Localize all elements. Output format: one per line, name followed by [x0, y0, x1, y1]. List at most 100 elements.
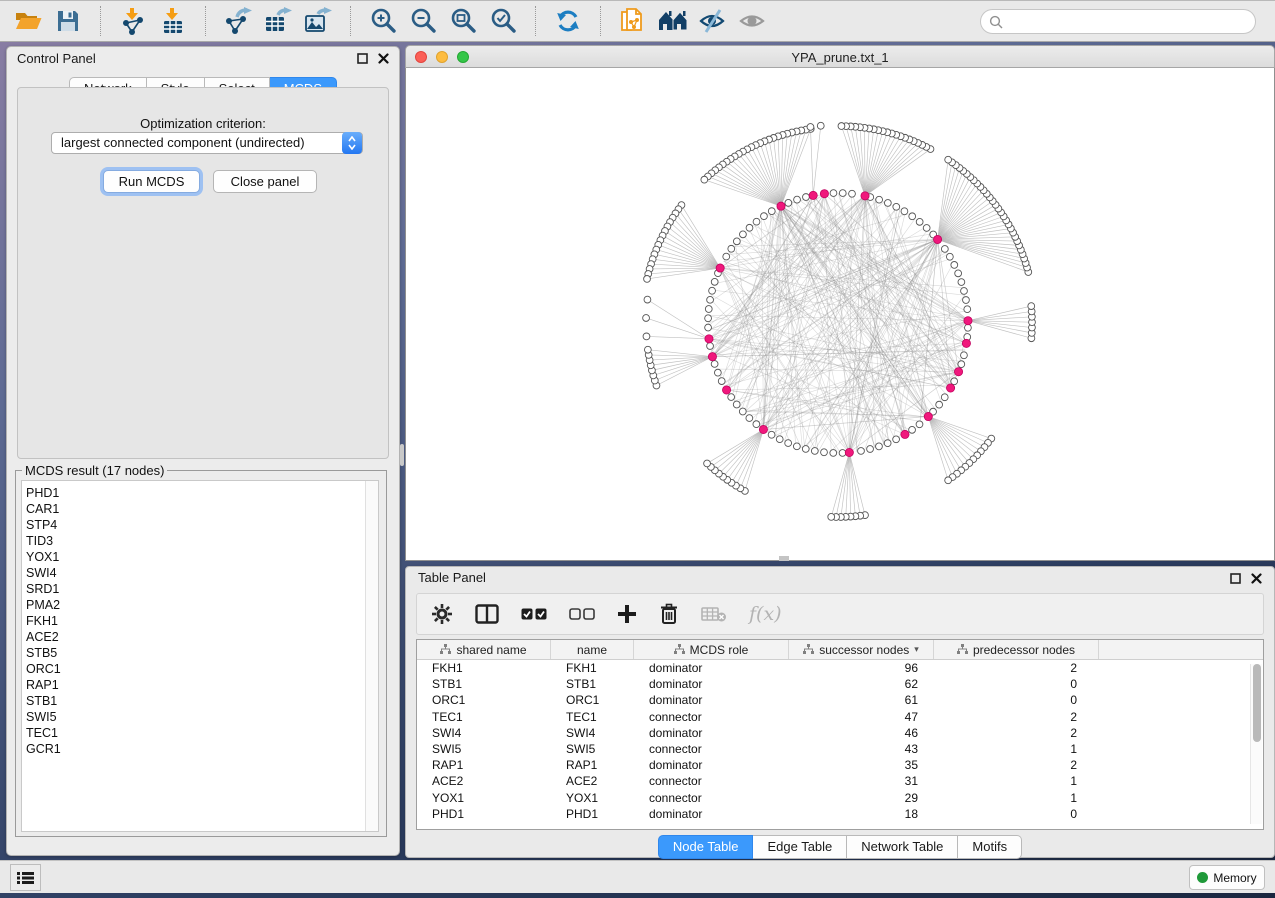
column-header-shared-name[interactable]: shared name — [417, 640, 551, 659]
column-header-name[interactable]: name — [551, 640, 634, 659]
graph-hub-node[interactable] — [809, 191, 817, 199]
graph-node[interactable] — [946, 253, 953, 260]
table-row[interactable]: SWI5SWI5connector431 — [417, 741, 1263, 757]
add-column-icon[interactable] — [617, 604, 637, 624]
table-scrollbar-thumb[interactable] — [1253, 664, 1261, 742]
table-row[interactable]: ACE2ACE2connector311 — [417, 773, 1263, 789]
tab-edge-table[interactable]: Edge Table — [753, 835, 847, 859]
graph-node[interactable] — [718, 378, 725, 385]
zoom-selected-button[interactable] — [483, 4, 523, 38]
graph-node[interactable] — [739, 408, 746, 415]
graph-hub-node[interactable] — [845, 448, 853, 456]
graph-node[interactable] — [876, 443, 883, 450]
graph-node[interactable] — [794, 196, 801, 203]
hide-selected-button[interactable] — [693, 4, 733, 38]
graph-node[interactable] — [817, 122, 824, 129]
mcds-result-item[interactable]: STB5 — [22, 645, 378, 661]
graph-node[interactable] — [941, 394, 948, 401]
graph-node[interactable] — [705, 306, 712, 313]
table-row[interactable]: SWI4SWI4dominator462 — [417, 725, 1263, 741]
graph-node[interactable] — [936, 401, 943, 408]
graph-node[interactable] — [723, 253, 730, 260]
graph-node[interactable] — [802, 446, 809, 453]
graph-node[interactable] — [838, 123, 845, 130]
graph-hub-node[interactable] — [901, 430, 909, 438]
show-all-button[interactable] — [733, 4, 773, 38]
graph-node[interactable] — [951, 262, 958, 269]
export-table-button[interactable] — [258, 4, 298, 38]
graph-node[interactable] — [916, 421, 923, 428]
graph-node[interactable] — [830, 450, 837, 457]
graph-node[interactable] — [961, 288, 968, 295]
graph-node[interactable] — [961, 352, 968, 359]
graph-node[interactable] — [707, 296, 714, 303]
first-neighbors-button[interactable] — [653, 4, 693, 38]
graph-hub-node[interactable] — [705, 335, 713, 343]
mcds-result-item[interactable]: ACE2 — [22, 629, 378, 645]
graph-node[interactable] — [705, 324, 712, 331]
graph-hub-node[interactable] — [708, 353, 716, 361]
graph-hub-node[interactable] — [716, 264, 724, 272]
graph-node[interactable] — [941, 246, 948, 253]
graph-node[interactable] — [728, 394, 735, 401]
mcds-result-item[interactable]: SRD1 — [22, 581, 378, 597]
graph-node[interactable] — [867, 446, 874, 453]
mcds-result-item[interactable]: SWI5 — [22, 709, 378, 725]
table-settings-icon[interactable] — [431, 603, 453, 625]
graph-hub-node[interactable] — [954, 368, 962, 376]
graph-node[interactable] — [709, 287, 716, 294]
graph-hub-node[interactable] — [933, 235, 941, 243]
graph-node[interactable] — [951, 378, 958, 385]
mcds-result-item[interactable]: CAR1 — [22, 501, 378, 517]
graph-node[interactable] — [945, 477, 952, 484]
graph-node[interactable] — [733, 238, 740, 245]
graph-node[interactable] — [884, 440, 891, 447]
graph-hub-node[interactable] — [759, 425, 767, 433]
mcds-result-item[interactable]: TEC1 — [22, 725, 378, 741]
graph-node[interactable] — [785, 199, 792, 206]
list-scrollbar[interactable] — [365, 481, 378, 831]
network-window-titlebar[interactable]: YPA_prune.txt_1 — [405, 45, 1275, 68]
table-row[interactable]: ORC1ORC1dominator610 — [417, 692, 1263, 708]
mcds-result-item[interactable]: RAP1 — [22, 677, 378, 693]
graph-node[interactable] — [1028, 303, 1035, 310]
graph-node[interactable] — [711, 278, 718, 285]
clone-network-button[interactable] — [613, 4, 653, 38]
graph-node[interactable] — [704, 460, 711, 467]
select-all-rows-icon[interactable] — [521, 608, 547, 620]
graph-hub-node[interactable] — [820, 190, 828, 198]
graph-node[interactable] — [728, 245, 735, 252]
graph-node[interactable] — [644, 346, 651, 353]
graph-node[interactable] — [893, 436, 900, 443]
close-panel-button[interactable]: Close panel — [213, 170, 317, 193]
delete-column-icon[interactable] — [659, 603, 679, 625]
graph-node[interactable] — [807, 124, 814, 131]
graph-node[interactable] — [705, 315, 712, 322]
graph-node[interactable] — [958, 361, 965, 368]
graph-hub-node[interactable] — [777, 202, 785, 210]
task-history-button[interactable] — [10, 864, 41, 891]
deselect-all-rows-icon[interactable] — [569, 608, 595, 620]
mcds-result-list[interactable]: PHD1CAR1STP4TID3YOX1SWI4SRD1PMA2FKH1ACE2… — [21, 480, 379, 832]
tab-network-table[interactable]: Network Table — [847, 835, 958, 859]
graph-node[interactable] — [821, 449, 828, 456]
graph-node[interactable] — [714, 369, 721, 376]
mcds-result-item[interactable]: PMA2 — [22, 597, 378, 613]
graph-node[interactable] — [916, 218, 923, 225]
graph-hub-node[interactable] — [861, 192, 869, 200]
graph-node[interactable] — [644, 276, 651, 283]
graph-node[interactable] — [828, 513, 835, 520]
graph-node[interactable] — [909, 426, 916, 433]
import-network-button[interactable] — [113, 4, 153, 38]
close-panel-icon[interactable] — [1251, 573, 1262, 584]
graph-node[interactable] — [909, 213, 916, 220]
graph-node[interactable] — [839, 190, 846, 197]
optimization-criterion-select[interactable]: largest connected component (undirected) — [51, 132, 363, 154]
save-session-button[interactable] — [48, 4, 88, 38]
mcds-result-item[interactable]: ORC1 — [22, 661, 378, 677]
graph-node[interactable] — [955, 270, 962, 277]
graph-node[interactable] — [830, 190, 837, 197]
mcds-result-item[interactable]: SWI4 — [22, 565, 378, 581]
graph-node[interactable] — [776, 436, 783, 443]
open-file-button[interactable] — [8, 4, 48, 38]
